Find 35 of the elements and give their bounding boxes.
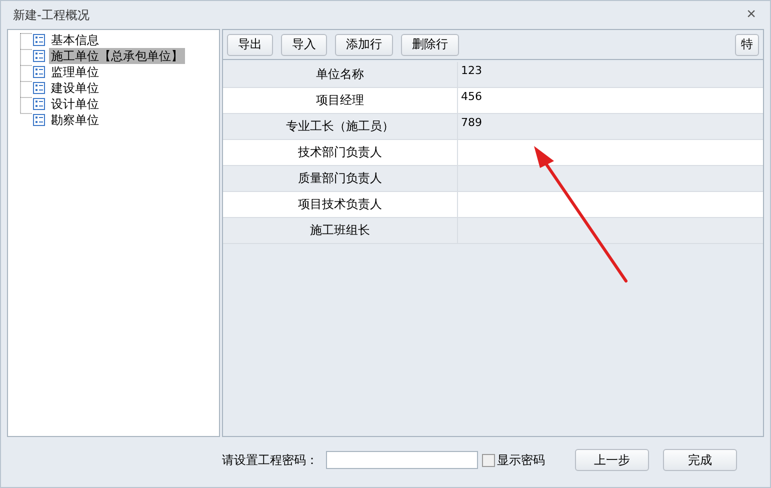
tree-item[interactable]: 施工单位【总承包单位】	[49, 48, 185, 64]
password-field[interactable]	[326, 451, 478, 469]
toolbar-button[interactable]: 导入	[281, 34, 327, 56]
list-icon	[32, 97, 46, 111]
table-cell-text: 123	[460, 63, 483, 79]
table-cell-text: 789	[460, 115, 483, 131]
toolbar-button[interactable]: 删除行	[401, 34, 459, 56]
tree-item[interactable]: 基本信息	[49, 32, 101, 48]
list-icon	[32, 33, 46, 47]
table-cell-text: 456	[460, 89, 483, 105]
tree-item[interactable]: 勘察单位	[49, 112, 101, 128]
table-cell: 项目技术负责人	[223, 192, 458, 217]
footer-button[interactable]: 完成	[663, 449, 737, 471]
checkbox[interactable]	[482, 454, 495, 466]
list-icon	[32, 49, 46, 63]
toolbar-button[interactable]: 导出	[227, 34, 273, 56]
tree-item[interactable]: 设计单位	[49, 96, 101, 112]
toolbar-button[interactable]: 添加行	[335, 34, 393, 56]
password-label: 请设置工程密码：	[222, 452, 318, 468]
table-cell: 专业工长（施工员）	[223, 114, 458, 139]
toolbar-button[interactable]: 特	[735, 34, 759, 56]
tree-item[interactable]: 建设单位	[49, 80, 101, 96]
list-icon	[32, 81, 46, 95]
list-icon	[32, 65, 46, 79]
table-cell: 单位名称	[223, 62, 458, 87]
table-cell: 施工班组长	[223, 218, 458, 243]
checkbox-label: 显示密码	[497, 452, 545, 468]
footer-button[interactable]: 上一步	[575, 449, 649, 471]
table-cell: 项目经理	[223, 88, 458, 113]
window-title: 新建-工程概况	[13, 6, 90, 24]
list-icon	[32, 113, 46, 127]
table-cell: 质量部门负责人	[223, 166, 458, 191]
close-button[interactable]: ×	[742, 7, 760, 23]
table-cell: 技术部门负责人	[223, 140, 458, 165]
tree-item[interactable]: 监理单位	[49, 64, 101, 80]
